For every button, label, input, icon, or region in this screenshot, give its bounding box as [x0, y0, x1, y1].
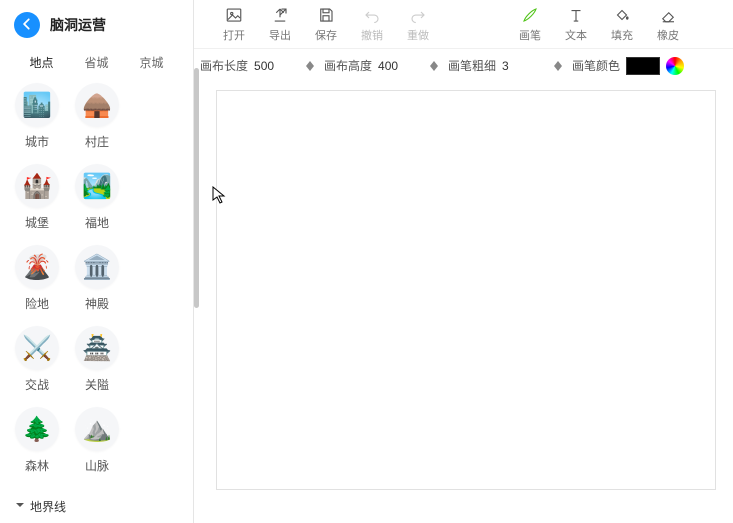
export-icon	[271, 5, 289, 25]
grid-item-village[interactable]: 🛖 村庄	[72, 83, 122, 150]
village-icon: 🛖	[75, 83, 119, 127]
castle-icon: 🏰	[15, 164, 59, 208]
sidebar: 脑洞运营 地点 省城 京城 🏙️ 城市 🛖 村庄 🏰 城堡 🏞️ 福地	[0, 0, 194, 523]
sidebar-header: 脑洞运营	[0, 0, 193, 46]
city-icon: 🏙️	[15, 83, 59, 127]
caret-down-icon[interactable]	[306, 66, 314, 71]
fill-tool[interactable]: 填充	[602, 5, 642, 43]
section-title: 地界线	[30, 498, 66, 515]
scrollbar[interactable]	[194, 58, 200, 488]
grid-item-temple[interactable]: 🏛️ 神殿	[72, 245, 122, 312]
battle-icon: ⚔️	[15, 326, 59, 370]
save-icon	[317, 5, 335, 25]
item-grid: 🏙️ 城市 🛖 村庄 🏰 城堡 🏞️ 福地 🌋 险地 🏛️ 神殿	[8, 83, 185, 492]
option-bar: 画布长度 画布高度 画笔粗细 画笔颜色	[194, 48, 733, 82]
blessed-land-icon: 🏞️	[75, 164, 119, 208]
scrollbar-thumb[interactable]	[194, 68, 199, 308]
stroke-color-group: 画笔颜色	[572, 57, 684, 75]
color-swatch[interactable]	[626, 57, 660, 75]
caret-down-icon[interactable]	[554, 66, 562, 71]
back-button[interactable]	[14, 12, 40, 38]
gate-icon: 🏯	[75, 326, 119, 370]
brush-icon	[521, 5, 539, 25]
tab-location[interactable]: 地点	[14, 48, 69, 81]
canvas-wrap	[194, 82, 733, 523]
app-title: 脑洞运营	[50, 15, 106, 35]
brush-tool[interactable]: 画笔	[510, 5, 550, 43]
grid-item-battle[interactable]: ⚔️ 交战	[12, 326, 62, 393]
stroke-color-label: 画笔颜色	[572, 57, 620, 74]
tab-province[interactable]: 省城	[69, 48, 124, 81]
image-icon	[225, 5, 243, 25]
danger-icon: 🌋	[15, 245, 59, 289]
width-stepper[interactable]	[306, 61, 314, 71]
redo-button[interactable]: 重做	[398, 5, 438, 43]
redo-icon	[409, 5, 427, 25]
height-stepper[interactable]	[430, 61, 438, 71]
grid-item-pass[interactable]: 🏯 关隘	[72, 326, 122, 393]
eraser-tool[interactable]: 橡皮	[648, 5, 688, 43]
tab-capital[interactable]: 京城	[124, 48, 179, 81]
category-tabs: 地点 省城 京城	[0, 46, 193, 81]
open-button[interactable]: 打开	[214, 5, 254, 43]
undo-icon	[363, 5, 381, 25]
stroke-width-input[interactable]	[502, 59, 548, 73]
export-button[interactable]: 导出	[260, 5, 300, 43]
grid-item-mountain[interactable]: ⛰️ 山脉	[72, 407, 122, 474]
canvas-height-label: 画布高度	[324, 57, 372, 74]
text-icon	[567, 5, 585, 25]
sidebar-body: 🏙️ 城市 🛖 村庄 🏰 城堡 🏞️ 福地 🌋 险地 🏛️ 神殿	[0, 81, 193, 523]
main-area: 打开 导出 保存 撤销 重做 画笔 文本 填充	[194, 0, 733, 523]
caret-down-icon	[14, 499, 26, 514]
fill-icon	[613, 5, 631, 25]
text-tool[interactable]: 文本	[556, 5, 596, 43]
stroke-width-label: 画笔粗细	[448, 57, 496, 74]
drawing-canvas[interactable]	[216, 90, 716, 490]
forest-icon: 🌲	[15, 407, 59, 451]
toolbar: 打开 导出 保存 撤销 重做 画笔 文本 填充	[194, 0, 733, 48]
eraser-icon	[659, 5, 677, 25]
chevron-left-icon	[20, 17, 34, 34]
grid-item-forest[interactable]: 🌲 森林	[12, 407, 62, 474]
canvas-width-label: 画布长度	[200, 57, 248, 74]
grid-item-city[interactable]: 🏙️ 城市	[12, 83, 62, 150]
canvas-height-input[interactable]	[378, 59, 424, 73]
grid-item-blessed[interactable]: 🏞️ 福地	[72, 164, 122, 231]
grid-item-castle[interactable]: 🏰 城堡	[12, 164, 62, 231]
color-picker-icon[interactable]	[666, 57, 684, 75]
canvas-width-input[interactable]	[254, 59, 300, 73]
grid-item-danger[interactable]: 🌋 险地	[12, 245, 62, 312]
canvas-height-group: 画布高度	[324, 57, 438, 74]
mountain-icon: ⛰️	[75, 407, 119, 451]
stroke-width-group: 画笔粗细	[448, 57, 562, 74]
undo-button[interactable]: 撤销	[352, 5, 392, 43]
caret-down-icon[interactable]	[430, 66, 438, 71]
stroke-stepper[interactable]	[554, 61, 562, 71]
save-button[interactable]: 保存	[306, 5, 346, 43]
temple-icon: 🏛️	[75, 245, 119, 289]
canvas-width-group: 画布长度	[200, 57, 314, 74]
section-header-boundary[interactable]: 地界线	[8, 492, 185, 523]
